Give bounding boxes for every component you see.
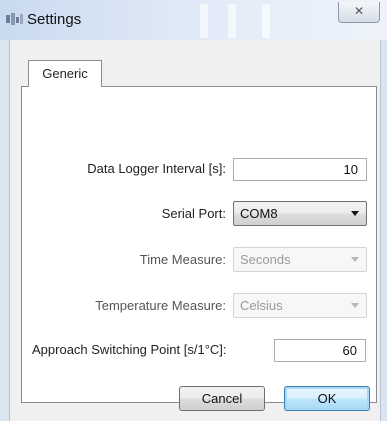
- close-icon: ✕: [353, 4, 365, 18]
- temperature-measure-label: Temperature Measure:: [95, 298, 226, 313]
- tab-generic-label: Generic: [42, 66, 88, 81]
- cancel-button[interactable]: Cancel: [179, 386, 265, 411]
- serial-port-select[interactable]: COM8: [233, 201, 367, 226]
- chevron-down-icon: [351, 257, 359, 262]
- title-bar[interactable]: Settings ✕: [0, 0, 387, 40]
- generic-tab-panel: Data Logger Interval [s]: 10 Serial Port…: [21, 86, 377, 403]
- approach-switching-point-input[interactable]: 60: [274, 339, 366, 362]
- temperature-measure-select[interactable]: Celsius: [233, 293, 367, 318]
- dialog-client-area: Generic Data Logger Interval [s]: 10 Ser…: [9, 40, 381, 421]
- data-logger-interval-input[interactable]: 10: [233, 158, 367, 181]
- ok-button[interactable]: OK: [284, 386, 370, 411]
- serial-port-label: Serial Port:: [161, 206, 226, 221]
- close-button[interactable]: ✕: [338, 2, 380, 23]
- settings-window: Settings ✕ Generic Data Logger Interval …: [0, 0, 387, 421]
- time-measure-selected-value: Seconds: [240, 252, 291, 267]
- approach-switching-point-label: Approach Switching Point [s/1°C]:: [32, 342, 227, 357]
- chevron-down-icon: [351, 303, 359, 308]
- tab-generic[interactable]: Generic: [28, 60, 102, 87]
- temperature-measure-selected-value: Celsius: [240, 298, 283, 313]
- title-bar-glare: [262, 4, 270, 38]
- time-measure-label: Time Measure:: [139, 252, 226, 267]
- title-bar-glare: [228, 4, 236, 38]
- title-bar-glare: [200, 4, 208, 38]
- serial-port-selected-value: COM8: [240, 206, 278, 221]
- settings-app-icon: [6, 13, 23, 25]
- data-logger-interval-label: Data Logger Interval [s]:: [87, 161, 226, 176]
- chevron-down-icon: [351, 211, 359, 216]
- window-title: Settings: [27, 11, 82, 28]
- time-measure-select[interactable]: Seconds: [233, 247, 367, 272]
